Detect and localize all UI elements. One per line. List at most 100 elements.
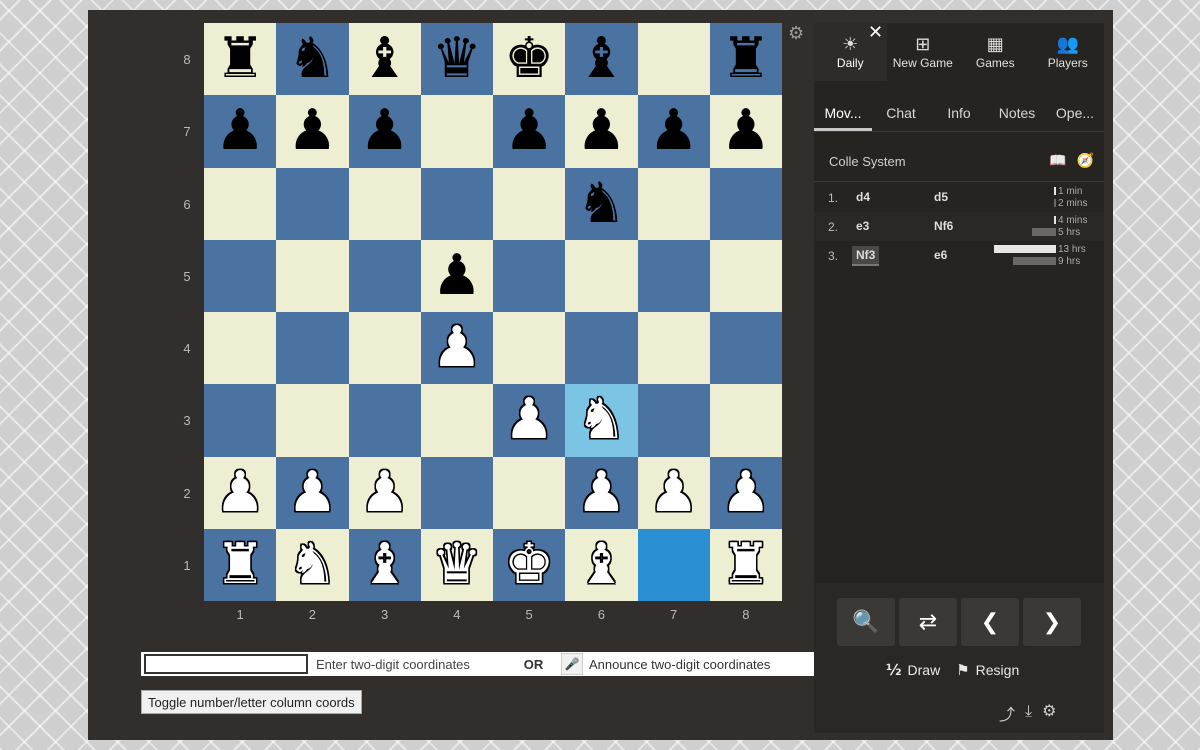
- tab-notes[interactable]: Notes: [988, 95, 1046, 131]
- square-c2[interactable]: ♟: [348, 456, 421, 529]
- square-e6[interactable]: [493, 167, 566, 240]
- square-g2[interactable]: ♟: [637, 456, 710, 529]
- tab-chat[interactable]: Chat: [872, 95, 930, 131]
- square-g6[interactable]: [637, 167, 710, 240]
- square-d3[interactable]: [420, 384, 493, 457]
- square-e4[interactable]: [493, 312, 566, 385]
- square-g1[interactable]: [637, 528, 710, 601]
- square-e2[interactable]: [493, 456, 566, 529]
- resign-button[interactable]: ⚑ Resign: [956, 661, 1019, 679]
- square-b5[interactable]: [276, 239, 349, 312]
- black-pawn-icon[interactable]: ♟: [360, 103, 410, 159]
- square-e5[interactable]: [493, 239, 566, 312]
- white-pawn-icon[interactable]: ♟: [649, 464, 699, 521]
- square-d4[interactable]: ♟: [420, 312, 493, 385]
- square-h5[interactable]: [709, 239, 782, 312]
- white-pawn-icon[interactable]: ♟: [504, 392, 554, 448]
- nav-new-game[interactable]: ⊞ New Game: [887, 23, 960, 81]
- square-d7[interactable]: [420, 95, 493, 168]
- white-rook-icon[interactable]: ♜: [721, 536, 771, 593]
- square-a8[interactable]: ♜: [204, 23, 277, 96]
- black-move[interactable]: e6: [934, 248, 947, 262]
- toggle-column-coords-button[interactable]: Toggle number/letter column coords: [141, 690, 362, 714]
- black-pawn-icon[interactable]: ♟: [721, 103, 771, 159]
- square-b4[interactable]: [276, 312, 349, 385]
- square-e3[interactable]: ♟: [493, 384, 566, 457]
- black-rook-icon[interactable]: ♜: [721, 31, 771, 87]
- square-f8[interactable]: ♝: [565, 23, 638, 96]
- download-icon[interactable]: ⤓: [1025, 701, 1032, 725]
- white-pawn-icon[interactable]: ♟: [287, 464, 337, 521]
- white-queen-icon[interactable]: ♛: [432, 536, 482, 593]
- square-f4[interactable]: [565, 312, 638, 385]
- square-b1[interactable]: ♞: [276, 528, 349, 601]
- square-h8[interactable]: ♜: [709, 23, 782, 96]
- square-h3[interactable]: [709, 384, 782, 457]
- square-c1[interactable]: ♝: [348, 528, 421, 601]
- square-c5[interactable]: [348, 239, 421, 312]
- black-rook-icon[interactable]: ♜: [215, 31, 265, 87]
- square-a5[interactable]: [204, 239, 277, 312]
- tab-ope[interactable]: Ope...: [1046, 95, 1104, 131]
- white-knight-icon[interactable]: ♞: [576, 392, 626, 448]
- square-d6[interactable]: [420, 167, 493, 240]
- white-pawn-icon[interactable]: ♟: [721, 464, 771, 521]
- square-c4[interactable]: [348, 312, 421, 385]
- black-move[interactable]: Nf6: [934, 219, 953, 233]
- square-f1[interactable]: ♝: [565, 528, 638, 601]
- black-pawn-icon[interactable]: ♟: [504, 103, 554, 159]
- square-c6[interactable]: [348, 167, 421, 240]
- board-settings-gear-icon[interactable]: ⚙: [788, 23, 804, 44]
- close-icon[interactable]: ✕: [868, 22, 883, 43]
- square-g4[interactable]: [637, 312, 710, 385]
- analysis-button[interactable]: 🔍: [837, 598, 895, 646]
- square-a3[interactable]: [204, 384, 277, 457]
- black-bishop-icon[interactable]: ♝: [360, 31, 410, 87]
- square-h4[interactable]: [709, 312, 782, 385]
- share-icon[interactable]: ⤴: [999, 701, 1015, 725]
- square-f2[interactable]: ♟: [565, 456, 638, 529]
- microphone-icon[interactable]: 🎤: [561, 653, 583, 675]
- black-pawn-icon[interactable]: ♟: [432, 247, 482, 304]
- square-b3[interactable]: [276, 384, 349, 457]
- next-move-button[interactable]: ❯: [1023, 598, 1081, 646]
- nav-players[interactable]: 👥 Players: [1032, 23, 1105, 81]
- white-rook-icon[interactable]: ♜: [215, 536, 265, 593]
- square-f5[interactable]: [565, 239, 638, 312]
- square-d8[interactable]: ♛: [420, 23, 493, 96]
- square-e1[interactable]: ♚: [493, 528, 566, 601]
- white-pawn-icon[interactable]: ♟: [215, 464, 265, 521]
- black-pawn-icon[interactable]: ♟: [649, 103, 699, 159]
- square-h2[interactable]: ♟: [709, 456, 782, 529]
- square-b7[interactable]: ♟: [276, 95, 349, 168]
- square-a1[interactable]: ♜: [204, 528, 277, 601]
- square-a4[interactable]: [204, 312, 277, 385]
- nav-games[interactable]: ▦ Games: [959, 23, 1032, 81]
- white-king-icon[interactable]: ♚: [504, 536, 554, 593]
- book-icon[interactable]: 📖: [1049, 153, 1066, 169]
- white-pawn-icon[interactable]: ♟: [360, 464, 410, 521]
- square-h1[interactable]: ♜: [709, 528, 782, 601]
- square-g5[interactable]: [637, 239, 710, 312]
- compass-icon[interactable]: 🧭: [1077, 153, 1094, 169]
- white-move[interactable]: Nf3: [852, 246, 880, 266]
- white-move[interactable]: d4: [852, 188, 874, 206]
- white-knight-icon[interactable]: ♞: [287, 536, 337, 593]
- draw-button[interactable]: ½ Draw: [886, 661, 940, 679]
- black-bishop-icon[interactable]: ♝: [576, 31, 626, 87]
- square-d2[interactable]: [420, 456, 493, 529]
- square-f3[interactable]: ♞: [565, 384, 638, 457]
- white-bishop-icon[interactable]: ♝: [360, 536, 410, 593]
- square-d1[interactable]: ♛: [420, 528, 493, 601]
- previous-move-button[interactable]: ❮: [961, 598, 1019, 646]
- black-knight-icon[interactable]: ♞: [287, 31, 337, 87]
- square-c8[interactable]: ♝: [348, 23, 421, 96]
- coordinate-input[interactable]: [144, 654, 308, 674]
- square-g3[interactable]: [637, 384, 710, 457]
- black-knight-icon[interactable]: ♞: [576, 175, 626, 232]
- square-h6[interactable]: [709, 167, 782, 240]
- square-b6[interactable]: [276, 167, 349, 240]
- square-h7[interactable]: ♟: [709, 95, 782, 168]
- square-g8[interactable]: [637, 23, 710, 96]
- square-b2[interactable]: ♟: [276, 456, 349, 529]
